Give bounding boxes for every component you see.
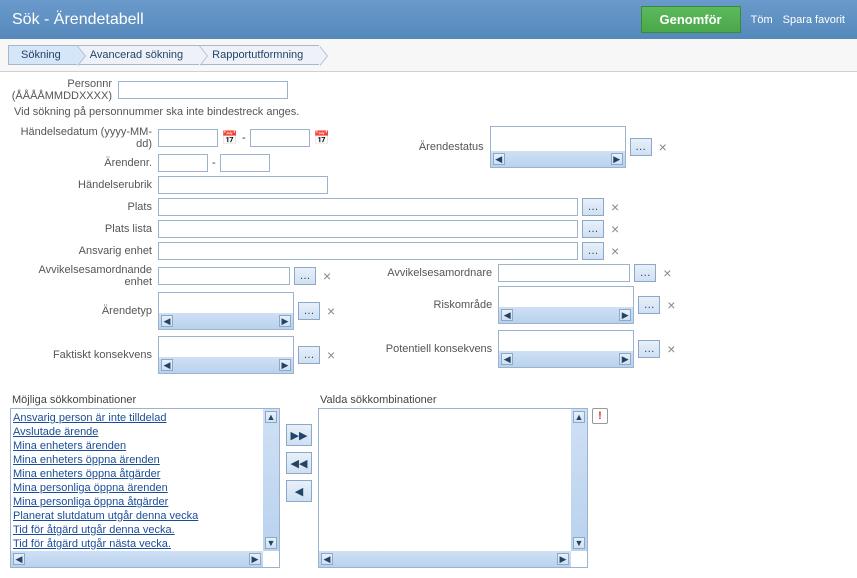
calendar-to-icon[interactable]: 📅 [314,130,330,146]
list-item[interactable]: Planerat slutdatum utgår denna vecka [13,509,261,523]
calendar-from-icon[interactable]: 📅 [222,130,238,146]
arendetyp-lookup-button[interactable]: … [298,302,320,320]
riskomrade-lookup-button[interactable]: … [638,296,660,314]
scroll-left-icon[interactable]: ◀ [493,153,505,165]
avvikelse-enhet-lookup-button[interactable]: … [294,267,316,285]
ansvarig-enhet-lookup-button[interactable]: … [582,242,604,260]
avvikelse-ordnare-clear-button[interactable]: × [660,265,674,281]
potentiell-lookup-button[interactable]: … [638,340,660,358]
personnr-input[interactable] [118,81,288,99]
list-item[interactable]: Ansvarig person är inte tilldelad [13,411,261,425]
avvikelse-enhet-clear-button[interactable]: × [320,268,334,284]
breadcrumb: Sökning Avancerad sökning Rapportutformn… [0,39,857,72]
list-item[interactable]: Mina personliga öppna åtgärder [13,495,261,509]
plats-clear-button[interactable]: × [608,199,622,215]
plats-label: Plats [10,201,158,213]
list-item[interactable]: Tid för åtgärd utgår nästa vecka. [13,537,261,551]
handelserubrik-label: Händelserubrik [10,179,158,191]
arendenr-from-input[interactable] [158,154,208,172]
list-item[interactable]: Mina enheters ärenden [13,439,261,453]
arendestatus-label: Ärendestatus [360,141,490,153]
ansvarig-enhet-clear-button[interactable]: × [608,243,622,259]
potentiell-clear-button[interactable]: × [664,341,678,357]
mojliga-title: Möjliga sökkombinationer [12,394,280,406]
riskomrade-clear-button[interactable]: × [664,297,678,313]
page-header: Sök - Ärendetabell Genomför Töm Spara fa… [0,0,857,39]
list-item[interactable]: Tid för åtgärd utgår denna vecka. [13,523,261,537]
potentiell-select[interactable]: ◀ ▶ [498,330,634,368]
avvikelse-enhet-input[interactable] [158,267,290,285]
plats-lookup-button[interactable]: … [582,198,604,216]
mojliga-listbox[interactable]: Ansvarig person är inte tilldeladAvsluta… [10,408,280,568]
scroll-right-icon[interactable]: ▶ [611,153,623,165]
move-all-right-button[interactable]: ▶▶ [286,424,312,446]
faktiskt-lookup-button[interactable]: … [298,346,320,364]
faktiskt-label: Faktiskt konsekvens [10,349,158,361]
tab-sokning[interactable]: Sökning [8,45,77,65]
arendetyp-clear-button[interactable]: × [324,303,338,319]
avvikelse-ordnare-lookup-button[interactable]: … [634,264,656,282]
dash-label: - [242,132,246,144]
list-item[interactable]: Avslutade ärende [13,425,261,439]
arendenr-to-input[interactable] [220,154,270,172]
faktiskt-clear-button[interactable]: × [324,347,338,363]
date-to-input[interactable] [250,129,310,147]
personnr-note: Vid sökning på personnummer ska inte bin… [14,106,847,118]
plats-input[interactable] [158,198,578,216]
arendetyp-label: Ärendetyp [10,305,158,317]
date-from-input[interactable] [158,129,218,147]
avvikelse-ordnare-label: Avvikelsesamordnare [368,267,498,279]
faktiskt-select[interactable]: ◀ ▶ [158,336,294,374]
save-favorite-link[interactable]: Spara favorit [783,14,845,26]
list-item[interactable]: Mina enheters öppna åtgärder [13,467,261,481]
riskomrade-select[interactable]: ◀ ▶ [498,286,634,324]
avvikelse-enhet-label: Avvikelsesamordnande enhet [10,264,158,288]
arendestatus-clear-button[interactable]: × [656,139,670,155]
search-form: Personnr (ÅÅÅÅMMDDXXXX) Vid sökning på p… [0,72,857,384]
valda-listbox[interactable]: ▲ ▼ ◀ ▶ [318,408,588,568]
arendestatus-lookup-button[interactable]: … [630,138,652,156]
move-left-button[interactable]: ◀ [286,480,312,502]
list-item[interactable]: Mina personliga öppna ärenden [13,481,261,495]
valda-title: Valda sökkombinationer [320,394,608,406]
potentiell-label: Potentiell konsekvens [368,343,498,355]
scroll-down-icon[interactable]: ▼ [265,537,277,549]
page-title: Sök - Ärendetabell [12,11,641,29]
tab-avancerad[interactable]: Avancerad sökning [77,45,199,65]
arendestatus-select[interactable]: ◀ ▶ [490,126,626,168]
move-all-left-button[interactable]: ◀◀ [286,452,312,474]
plats-lista-label: Plats lista [10,223,158,235]
plats-lista-clear-button[interactable]: × [608,221,622,237]
plats-lista-input[interactable] [158,220,578,238]
submit-button[interactable]: Genomför [641,6,741,33]
personnr-label: Personnr (ÅÅÅÅMMDDXXXX) [10,78,118,102]
transfer-buttons: ▶▶ ◀◀ ◀ [286,424,312,502]
ansvarig-enhet-label: Ansvarig enhet [10,245,158,257]
tab-rapport[interactable]: Rapportutformning [199,45,319,65]
list-item[interactable]: Mina enheters öppna ärenden [13,453,261,467]
arendenr-label: Ärendenr. [10,157,158,169]
avvikelse-ordnare-input[interactable] [498,264,630,282]
plats-lista-lookup-button[interactable]: … [582,220,604,238]
handelsedatum-label: Händelsedatum (yyyy-MM-dd) [10,126,158,150]
combination-lists: Möjliga sökkombinationer Ansvarig person… [0,384,857,578]
scroll-up-icon[interactable]: ▲ [265,411,277,423]
clear-link[interactable]: Töm [751,14,773,26]
riskomrade-label: Riskområde [368,299,498,311]
arendetyp-select[interactable]: ◀ ▶ [158,292,294,330]
warning-icon[interactable]: ! [592,408,608,424]
handelserubrik-input[interactable] [158,176,328,194]
ansvarig-enhet-input[interactable] [158,242,578,260]
